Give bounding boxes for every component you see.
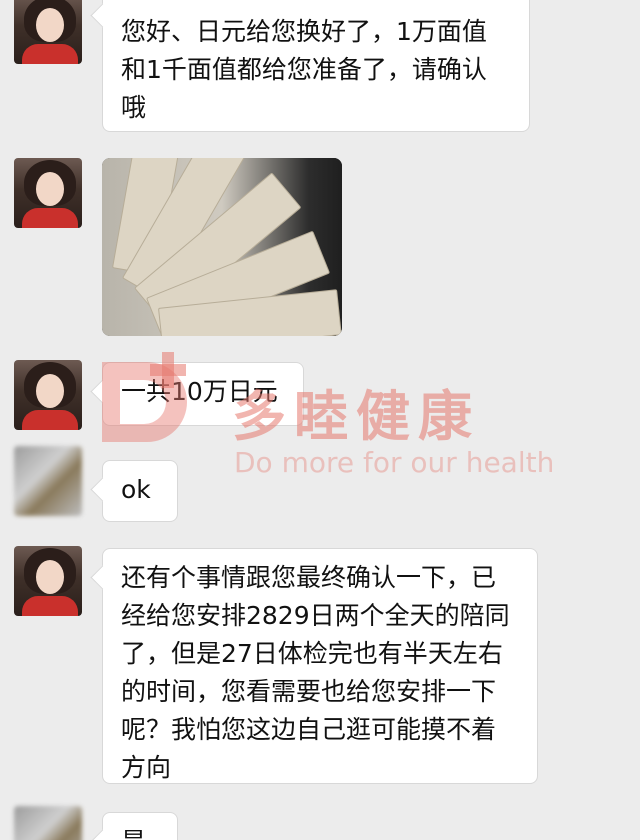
message-row: 还有个事情跟您最终确认一下，已经给您安排2829日两个全天的陪同了，但是27日体…	[0, 540, 640, 790]
avatar[interactable]	[14, 0, 82, 64]
message-row	[0, 152, 640, 338]
message-bubble[interactable]: 是	[102, 812, 178, 840]
message-row: 是	[0, 804, 640, 840]
avatar[interactable]	[14, 446, 82, 516]
message-text: 是	[121, 827, 146, 840]
banknote-photo[interactable]	[102, 158, 342, 336]
avatar[interactable]	[14, 360, 82, 430]
watermark-logo-icon	[102, 352, 187, 442]
message-bubble[interactable]: 您好、日元给您换好了，1万面值和1千面值都给您准备了，请确认哦	[102, 0, 530, 132]
message-bubble[interactable]: 还有个事情跟您最终确认一下，已经给您安排2829日两个全天的陪同了，但是27日体…	[102, 548, 538, 784]
avatar[interactable]	[14, 158, 82, 228]
message-text: ok	[121, 475, 151, 504]
watermark-title: 多睦健康	[232, 385, 480, 448]
message-text: 您好、日元给您换好了，1万面值和1千面值都给您准备了，请确认哦	[121, 17, 487, 122]
message-row: 您好、日元给您换好了，1万面值和1千面值都给您准备了，请确认哦	[0, 0, 640, 140]
message-bubble[interactable]: ok	[102, 460, 178, 522]
message-text: 还有个事情跟您最终确认一下，已经给您安排2829日两个全天的陪同了，但是27日体…	[121, 563, 510, 782]
avatar[interactable]	[14, 546, 82, 616]
watermark-subtitle: Do more for our health	[234, 446, 555, 479]
avatar[interactable]	[14, 806, 82, 840]
